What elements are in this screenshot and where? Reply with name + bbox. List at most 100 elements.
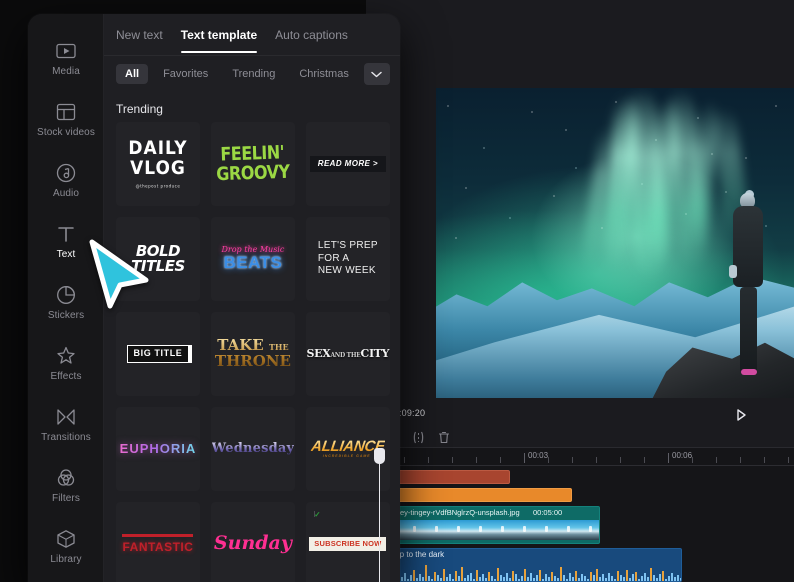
section-title: Trending: [116, 102, 163, 116]
play-icon[interactable]: [734, 408, 748, 422]
waveform-bar: [485, 578, 487, 581]
waveform-bar: [674, 577, 676, 581]
waveform-bar: [446, 577, 448, 581]
waveform-bar: [671, 573, 673, 581]
text-template-card[interactable]: Drop the Music BEATS: [210, 217, 295, 301]
waveform-bar: [503, 577, 505, 581]
waveform-bar: [413, 570, 415, 581]
tab-new-text[interactable]: New text: [116, 16, 163, 53]
text-template-card[interactable]: SEXAND THECITY: [305, 312, 390, 396]
waveform-bar: [572, 577, 574, 581]
audio-icon: [56, 163, 76, 183]
waveform-bar: [467, 575, 469, 581]
sidebar-item-label: Filters: [52, 492, 80, 504]
tpl-line1: READ MORE >: [309, 155, 386, 173]
waveform-bar: [548, 577, 550, 581]
waveform-bar: [515, 574, 517, 581]
chip-trending[interactable]: Trending: [223, 64, 284, 84]
waveform-bar: [647, 577, 649, 581]
trash-icon[interactable]: [436, 430, 452, 445]
text-template-card[interactable]: Wednesday: [210, 407, 295, 491]
waveform-bar: [599, 577, 601, 581]
sidebar-item-stock-videos[interactable]: Stock videos: [28, 89, 104, 150]
waveform-bar: [563, 575, 565, 581]
waveform-bar: [401, 577, 403, 581]
waveform-bar: [593, 575, 595, 581]
chip-christmas[interactable]: Christmas: [290, 64, 358, 84]
sidebar-item-media[interactable]: Media: [28, 28, 104, 89]
tab-text-template[interactable]: Text template: [180, 16, 258, 53]
waveform-bar: [500, 575, 502, 581]
tpl-line1: Sunday: [213, 532, 292, 555]
tpl-line1: Wednesday: [211, 441, 295, 457]
waveform-bar: [482, 574, 484, 581]
sidebar-item-transitions[interactable]: Transitions: [28, 394, 104, 455]
tpl-line1b: THE: [268, 342, 289, 353]
text-template-card[interactable]: TAKE THE THRONE: [210, 312, 295, 396]
waveform-bar: [641, 576, 643, 581]
waveform-bar: [440, 578, 442, 581]
text-template-card[interactable]: ✓ SUBSCRIBE NOW: [305, 502, 390, 582]
ruler-label: 00:03: [528, 451, 549, 460]
text-template-card[interactable]: READ MORE >: [305, 122, 390, 206]
waveform-bar: [425, 565, 427, 581]
timeline[interactable]: 00:03 00:06 wesley-tingey-rVdfBNglrzQ-un…: [366, 448, 794, 582]
media-icon: [56, 41, 76, 61]
text-template-card[interactable]: DAILY VLOG @thepost produce: [116, 122, 200, 206]
text-template-card[interactable]: Sunday: [210, 502, 295, 582]
waveform-bar: [404, 573, 406, 581]
tpl-line1: LET'S PREP: [317, 240, 378, 252]
stock-videos-icon: [56, 102, 76, 122]
playhead[interactable]: [374, 448, 385, 582]
tpl-line2: GROOVY: [216, 160, 291, 185]
chip-favorites[interactable]: Favorites: [154, 64, 217, 84]
waveform-bar: [662, 571, 664, 581]
text-template-card[interactable]: LET'S PREP FOR A NEW WEEK: [305, 217, 390, 301]
waveform-bar: [410, 575, 412, 581]
sidebar-item-label: Stickers: [47, 309, 85, 321]
video-preview[interactable]: [436, 88, 794, 398]
waveform-bar: [596, 569, 598, 581]
app-root: / 00:00:09:20: [0, 0, 794, 582]
text-template-card[interactable]: EUPHORIA: [116, 407, 200, 491]
text-template-card[interactable]: BIG TITLE: [116, 312, 200, 396]
tab-auto-captions[interactable]: Auto captions: [275, 16, 348, 53]
timeline-ruler[interactable]: 00:03 00:06: [366, 448, 794, 466]
waveform-bar: [527, 577, 529, 581]
waveform-bar: [623, 577, 625, 581]
text-template-card[interactable]: FEELIN' GROOVY: [210, 122, 295, 206]
chevron-down-icon[interactable]: [363, 63, 390, 85]
sidebar-item-effects[interactable]: Effects: [28, 333, 104, 394]
waveform-bar: [458, 576, 460, 581]
waveform-bar: [602, 574, 604, 581]
waveform-bar: [491, 576, 493, 581]
waveform-bar: [656, 578, 658, 581]
person-figure: [728, 190, 769, 376]
clip-duration: 00:05:00: [533, 508, 563, 517]
waveform-bar: [644, 573, 646, 581]
chip-all[interactable]: All: [116, 64, 149, 84]
text-template-card[interactable]: FANTASTIC: [116, 502, 200, 582]
tpl-line1: SUBSCRIBE NOW: [314, 539, 382, 549]
split-icon[interactable]: [410, 430, 426, 445]
waveform-bar: [449, 574, 451, 581]
waveform-bar: [608, 573, 610, 581]
sidebar-item-label: Audio: [52, 187, 80, 199]
waveform-bar: [632, 574, 634, 581]
waveform-bar: [443, 569, 445, 581]
playhead-handle[interactable]: [374, 448, 385, 464]
ruler-label: 00:06: [672, 451, 693, 460]
timeline-clip-audio[interactable]: Deep to the dark: [380, 548, 682, 582]
waveform-bar: [497, 568, 499, 581]
sidebar-item-library[interactable]: Library: [28, 516, 104, 577]
timeline-clip-video[interactable]: wesley-tingey-rVdfBNglrzQ-unsplash.jpg 0…: [380, 506, 600, 544]
sidebar-item-filters[interactable]: Filters: [28, 455, 104, 516]
stickers-icon: [56, 285, 76, 305]
waveform-bar: [470, 573, 472, 581]
preview-stage: [366, 0, 794, 404]
tpl-line1: SEX: [306, 347, 331, 361]
sidebar-item-audio[interactable]: Audio: [28, 150, 104, 211]
filters-icon: [56, 468, 76, 488]
waveform-bar: [605, 578, 607, 581]
timeline-clip-sticker[interactable]: [380, 488, 572, 502]
